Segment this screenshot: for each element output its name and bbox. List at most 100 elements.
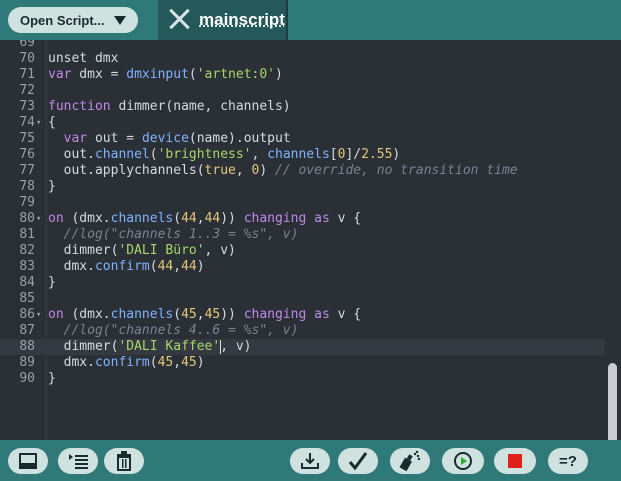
code-line[interactable]: 72 [0,83,605,99]
download-icon [301,453,319,469]
code-token: device [141,131,189,146]
code-token: [ [329,147,338,162]
code-line[interactable]: 79 [0,195,605,211]
code-token: (name).output [188,131,291,146]
spray-button[interactable] [390,448,430,474]
bottom-toolbar: =? [0,440,621,481]
code-token: , [235,163,252,178]
line-number: 70 [19,51,35,66]
outline-button[interactable] [58,448,98,474]
code-token: 45 [181,355,197,370]
tab-mainscript[interactable]: mainscript [158,0,288,40]
line-number: 84 [19,275,35,290]
code-token: (dmx. [63,307,111,322]
run-button[interactable] [442,448,484,474]
code-token: dimmer( [48,339,119,354]
code-token: v { [329,307,362,322]
code-line[interactable]: 80 ▾ on (dmx.channels(44,44)) changing as … [0,211,605,227]
code-line[interactable]: 87 //log("channels 4..6 = %s", v) [0,323,605,339]
code-token: ( [188,67,197,82]
code-line[interactable]: 78} [0,179,605,195]
code-line[interactable]: 82 dimmer('DALI Büro', v) [0,243,605,259]
code-token: ( [173,211,182,226]
code-line[interactable]: 76 out.channel('brightness', channels[0]… [0,147,605,163]
code-token: , [173,355,182,370]
check-button[interactable] [338,448,378,474]
code-line[interactable]: 70 unset dmx [0,51,605,67]
code-line[interactable]: 83 dmx.confirm(44,44) [0,259,605,275]
code-line[interactable]: 86 ▾ on (dmx.channels(45,45)) changing as … [0,307,605,323]
code-token: channel [94,147,150,162]
open-script-dropdown[interactable]: Open Script... [8,7,138,33]
code-line[interactable]: 74 ▾ { [0,115,605,131]
spray-icon [399,450,421,472]
code-text: dimmer('DALI Kaffee', v) [48,339,252,355]
code-token: channels [110,211,174,226]
code-token: 45 [181,307,197,322]
code-line[interactable]: 88 dimmer('DALI Kaffee', v) [0,339,605,355]
line-number: 76 [19,147,35,162]
download-button[interactable] [290,448,330,474]
code-token: } [48,179,56,194]
code-token: ( [173,307,182,322]
line-number: 87 [19,323,35,338]
list-icon [69,454,88,469]
code-token: dmxinput [126,67,189,82]
code-line[interactable]: 90} [0,371,605,387]
vertical-scrollbar[interactable] [608,363,617,440]
code-line[interactable]: 89 dmx.confirm(45,45) [0,355,605,371]
code-token: on [48,307,64,322]
code-token: channels [267,147,330,162]
code-text: { [48,115,56,131]
evaluate-button[interactable]: =? [548,448,588,474]
code-line[interactable]: 85 [0,291,605,307]
code-token: 44 [181,259,197,274]
code-editor[interactable]: 69 70 unset dmx 71 var dmx = dmxinput('artne… [0,40,621,440]
line-number: 78 [19,179,35,194]
code-line[interactable]: 81 //log("channels 1..3 = %s", v) [0,227,605,243]
code-line[interactable]: 75 var out = device(name).output [0,131,605,147]
code-token: changing as [243,307,330,322]
top-toolbar: Open Script... mainscript [0,0,621,40]
code-line[interactable]: 84} [0,275,605,291]
fold-arrow-icon[interactable]: ▾ [36,115,41,131]
fold-arrow-icon[interactable]: ▾ [36,211,41,227]
code-token: ) [392,147,401,162]
code-text: on (dmx.channels(45,45)) changing as v { [48,307,361,323]
code-token: } [48,371,56,386]
code-token: channels [110,307,174,322]
line-number: 74 [19,115,35,130]
code-token: on [48,211,64,226]
code-token: , v) [204,243,236,258]
close-icon[interactable] [168,8,190,30]
code-token: , [173,259,182,274]
code-line[interactable]: 73 function dimmer(name, channels) [0,99,605,115]
line-number: 86 [19,307,35,322]
line-number: 90 [19,371,35,386]
code-token: //log("channels 4..6 = %s", v) [63,323,299,338]
fold-arrow-icon[interactable]: ▾ [36,307,41,323]
console-toggle-button[interactable] [8,448,48,474]
code-token: dmx = [71,67,127,82]
code-token: //log("channels 1..3 = %s", v) [63,227,299,242]
line-number: 73 [19,99,35,114]
code-token: , [196,211,205,226]
line-number: 88 [19,339,35,354]
line-number: 72 [19,83,35,98]
code-token: 45 [204,307,221,322]
code-token: dimmer(name, channels) [110,99,291,114]
code-token: 45 [157,355,174,370]
code-token: confirm [94,355,150,370]
code-token: v { [329,211,362,226]
code-token: ( [149,355,158,370]
code-line[interactable]: 71 var dmx = dmxinput('artnet:0') [0,67,605,83]
code-line[interactable]: 69 [0,40,605,51]
delete-button[interactable] [104,448,144,474]
line-number: 82 [19,243,35,258]
code-token: 'DALI Büro' [118,243,205,258]
code-token: 2.55 [361,147,393,162]
code-token: var [63,131,88,146]
code-token: , [251,147,268,162]
stop-button[interactable] [494,448,536,474]
code-line[interactable]: 77 out.applychannels(true, 0) // overrid… [0,163,605,179]
